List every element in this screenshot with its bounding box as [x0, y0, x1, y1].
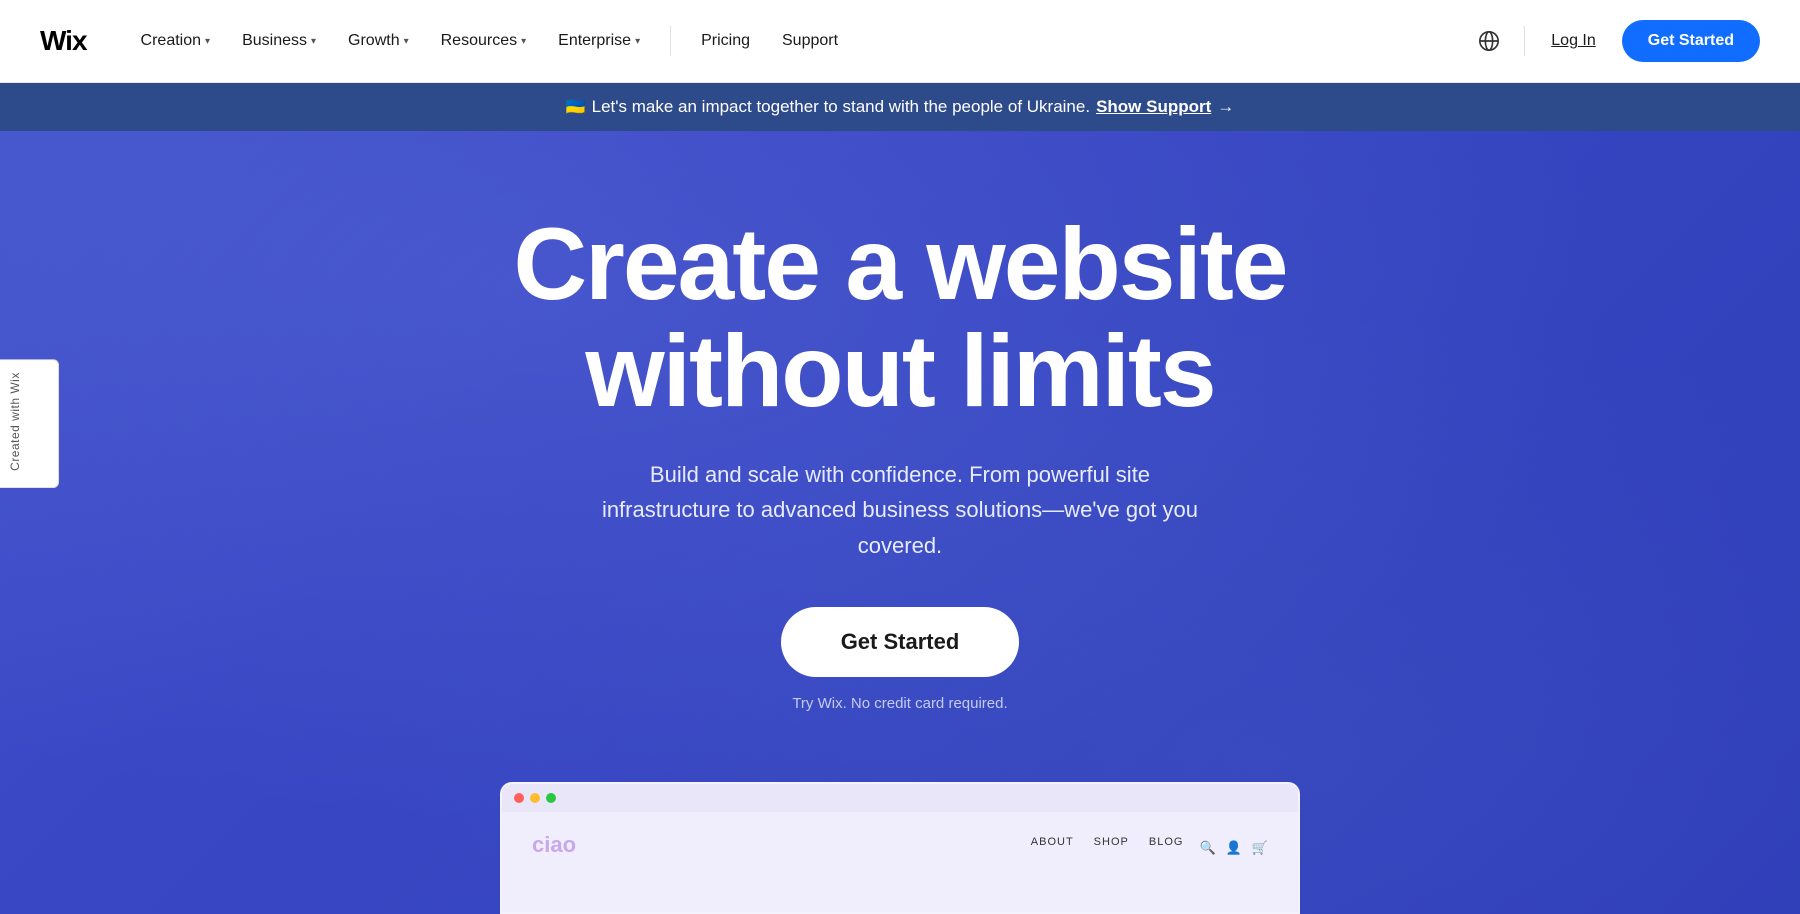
hero-cta-subtext: Try Wix. No credit card required. [792, 695, 1007, 712]
get-started-button-nav[interactable]: Get Started [1622, 20, 1760, 62]
ukraine-banner: 🇺🇦 Let's make an impact together to stan… [0, 83, 1800, 131]
chevron-down-icon: ▾ [521, 36, 526, 47]
language-selector-button[interactable] [1470, 22, 1508, 60]
side-label-container: Created with Wix [0, 359, 59, 489]
main-nav: Creation ▾ Business ▾ Growth ▾ Resources… [127, 24, 1471, 58]
browser-maximize-dot [546, 793, 556, 803]
hero-subtitle: Build and scale with confidence. From po… [590, 457, 1210, 563]
banner-message: Let's make an impact together to stand w… [592, 97, 1090, 117]
browser-close-dot [514, 793, 524, 803]
user-icon: 👤 [1226, 840, 1242, 856]
hero-section: Create a website without limits Build an… [0, 131, 1800, 914]
chevron-down-icon: ▾ [404, 36, 409, 47]
chevron-down-icon: ▾ [205, 36, 210, 47]
nav-creation-label: Creation [141, 32, 201, 50]
chevron-down-icon: ▾ [311, 36, 316, 47]
hero-title-line2: without limits [585, 314, 1214, 428]
browser-toolbar [502, 784, 1298, 812]
hero-content: Create a website without limits Build an… [513, 211, 1286, 762]
nav-resources-label: Resources [441, 32, 517, 50]
mock-nav-about: ABOUT [1031, 836, 1074, 848]
browser-mockup-wrapper: ciao ABOUT SHOP BLOG 🔍 👤 🛒 [500, 782, 1300, 914]
nav-support-label: Support [782, 32, 838, 49]
logo[interactable]: Wix [40, 25, 87, 57]
nav-item-growth[interactable]: Growth ▾ [334, 24, 423, 58]
hero-title-line1: Create a website [513, 207, 1286, 321]
mock-nav-icons: 🔍 👤 🛒 [1199, 840, 1268, 856]
globe-icon [1478, 30, 1500, 52]
nav-enterprise-label: Enterprise [558, 32, 631, 50]
browser-mockup: ciao ABOUT SHOP BLOG 🔍 👤 🛒 [500, 782, 1300, 914]
show-support-link[interactable]: Show Support [1096, 97, 1211, 117]
nav-item-pricing[interactable]: Pricing [687, 24, 764, 58]
search-icon: 🔍 [1199, 840, 1215, 856]
hero-get-started-button[interactable]: Get Started [781, 607, 1020, 677]
hero-title: Create a website without limits [513, 211, 1286, 425]
mock-site-logo: ciao [532, 832, 576, 858]
nav-item-business[interactable]: Business ▾ [228, 24, 330, 58]
nav-item-creation[interactable]: Creation ▾ [127, 24, 225, 58]
navbar-right: Log In Get Started [1470, 20, 1760, 62]
nav-item-enterprise[interactable]: Enterprise ▾ [544, 24, 654, 58]
mock-nav-blog: BLOG [1149, 836, 1184, 848]
wix-wordmark: Wix [40, 25, 87, 56]
nav-growth-label: Growth [348, 32, 400, 50]
nav-pricing-label: Pricing [701, 32, 750, 49]
nav-item-support[interactable]: Support [768, 24, 852, 58]
chevron-down-icon: ▾ [635, 36, 640, 47]
mock-site-nav: ABOUT SHOP BLOG [1031, 836, 1184, 848]
nav-item-resources[interactable]: Resources ▾ [427, 24, 541, 58]
browser-content-area: ciao ABOUT SHOP BLOG 🔍 👤 🛒 [502, 812, 1298, 912]
login-button[interactable]: Log In [1541, 24, 1605, 58]
ukraine-flag-emoji: 🇺🇦 [566, 97, 586, 117]
navbar: Wix Creation ▾ Business ▾ Growth ▾ Resou… [0, 0, 1800, 83]
arrow-icon: → [1217, 97, 1234, 117]
nav-divider [670, 26, 671, 56]
cart-icon: 🛒 [1252, 840, 1268, 856]
side-label-text: Created with Wix [8, 372, 22, 471]
navbar-vertical-divider [1524, 26, 1525, 56]
nav-business-label: Business [242, 32, 307, 50]
mock-nav-shop: SHOP [1094, 836, 1129, 848]
browser-minimize-dot [530, 793, 540, 803]
